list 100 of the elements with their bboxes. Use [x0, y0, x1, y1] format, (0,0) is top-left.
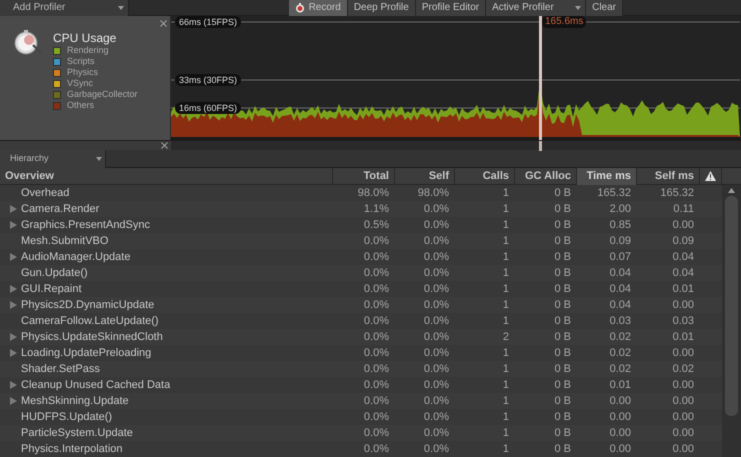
- stopwatch-icon: [294, 2, 305, 12]
- legend-label[interactable]: GarbageCollector: [67, 89, 138, 100]
- scrollbar-thumb[interactable]: [725, 196, 738, 416]
- row-name: GUI.Repaint: [21, 282, 82, 297]
- panel-title: CPU Usage: [53, 31, 118, 45]
- expand-arrow-icon[interactable]: [10, 205, 17, 213]
- table-cell-text: 0.00: [672, 394, 695, 409]
- legend-label[interactable]: Physics: [67, 67, 98, 78]
- add-profiler-dropdown[interactable]: Add Profiler: [0, 0, 129, 16]
- table-cell-text: 0.0%: [422, 234, 450, 249]
- table-cell-text: 0.02: [608, 346, 632, 361]
- table-cell-text: 0.0%: [422, 426, 450, 441]
- table-cell-text: 0.04: [608, 298, 632, 313]
- warning-icon: [705, 171, 716, 181]
- active-profiler-dropdown[interactable]: Active Profiler: [486, 0, 586, 16]
- table-cell-text: 0.0%: [422, 362, 450, 377]
- row-name: Graphics.PresentAndSync: [21, 218, 150, 233]
- table-cell-text: 165.32: [659, 186, 695, 201]
- view-mode-dropdown[interactable]: Hierarchy: [0, 150, 106, 168]
- row-name: Physics2D.DynamicUpdate: [21, 298, 154, 313]
- table-cell-text: 0.00: [608, 442, 632, 457]
- row-name: Overhead: [21, 186, 70, 201]
- stopwatch-icon: [13, 28, 43, 56]
- table-cell-text: 165.32: [596, 186, 632, 201]
- table-cell-text: 1: [502, 394, 510, 409]
- table-cell-text: 1: [502, 250, 510, 265]
- row-name: Shader.SetPass: [21, 362, 100, 377]
- table-cell-text: 0 B: [553, 410, 572, 425]
- expand-arrow-icon[interactable]: [10, 301, 17, 309]
- table-cell-text: 1: [502, 426, 510, 441]
- table-cell-text: 0.00: [672, 298, 695, 313]
- table-cell-text: 0.5%: [362, 218, 390, 233]
- legend-label[interactable]: Scripts: [67, 56, 95, 67]
- table-cell-text: 0 B: [553, 362, 572, 377]
- table-cell-text: 0.0%: [362, 346, 390, 361]
- table-cell-text: 0.00: [608, 410, 632, 425]
- toolbar-button[interactable]: Deep Profile: [348, 0, 416, 16]
- legend-label[interactable]: VSync: [67, 78, 94, 89]
- row-name: HUDFPS.Update(): [21, 410, 112, 425]
- table-cell-text: 98.0%: [356, 186, 390, 201]
- expand-arrow-icon[interactable]: [10, 221, 17, 229]
- legend-label[interactable]: Others: [67, 100, 94, 111]
- table-cell-text: 0 B: [553, 234, 572, 249]
- table-cell-text: 0.0%: [362, 282, 390, 297]
- threshold-label: 66ms (15FPS): [175, 16, 242, 28]
- row-name: AudioManager.Update: [21, 250, 130, 265]
- table-cell-text: 0.0%: [422, 330, 450, 345]
- legend-label[interactable]: Rendering: [67, 45, 109, 56]
- table-cell-text: 0.00: [672, 218, 695, 233]
- toolbar-button[interactable]: Profile Editor: [416, 0, 486, 16]
- table-cell-text: 0 B: [553, 378, 572, 393]
- table-cell-text: 0.00: [672, 378, 695, 393]
- table-cell-text: 0.0%: [362, 234, 390, 249]
- close-icon[interactable]: [160, 20, 167, 27]
- table-cell-text: 0.0%: [362, 378, 390, 393]
- expand-arrow-icon[interactable]: [10, 253, 17, 261]
- expand-arrow-icon[interactable]: [10, 333, 17, 341]
- table-cell-text: 0.00: [672, 442, 695, 457]
- threshold-label: 33ms (30FPS): [175, 74, 242, 86]
- row-name: Physics.UpdateSkinnedCloth: [21, 330, 163, 345]
- table-cell-text: 1.1%: [362, 202, 390, 217]
- expand-arrow-icon[interactable]: [10, 381, 17, 389]
- close-icon[interactable]: [161, 142, 168, 149]
- table-cell-text: 0.00: [672, 426, 695, 441]
- table-cell-text: 0 B: [553, 314, 572, 329]
- table-cell-text: 0.03: [672, 314, 695, 329]
- table-cell-text: 0.01: [608, 378, 632, 393]
- table-cell-text: 0.0%: [422, 282, 450, 297]
- table-cell-text: 0.0%: [422, 298, 450, 313]
- expand-arrow-icon[interactable]: [10, 285, 17, 293]
- table-cell-text: 1: [502, 346, 510, 361]
- table-cell-text: 0.0%: [362, 314, 390, 329]
- toolbar-button[interactable]: Clear: [586, 0, 623, 16]
- table-cell-text: 0 B: [553, 282, 572, 297]
- table-cell-text: 0.02: [608, 362, 632, 377]
- table-cell-text: 0.0%: [422, 266, 450, 281]
- caret-icon: [96, 156, 102, 160]
- scroll-up-icon[interactable]: [728, 188, 735, 193]
- table-cell-text: 0 B: [553, 394, 572, 409]
- table-cell-text: 0.0%: [422, 378, 450, 393]
- expand-arrow-icon[interactable]: [10, 397, 17, 405]
- row-name: Loading.UpdatePreloading: [21, 346, 152, 361]
- row-name: CameraFollow.LateUpdate(): [21, 314, 159, 329]
- column-header[interactable]: Time ms: [577, 168, 637, 185]
- table-cell-text: 0.0%: [422, 202, 450, 217]
- record-button[interactable]: Record: [288, 0, 348, 16]
- expand-arrow-icon[interactable]: [10, 349, 17, 357]
- table-cell-text: 0.04: [672, 250, 695, 265]
- table-cell-text: 0.00: [608, 426, 632, 441]
- row-name: ParticleSystem.Update: [21, 426, 133, 441]
- table-cell-text: 0.0%: [362, 298, 390, 313]
- table-cell-text: 0.04: [608, 282, 632, 297]
- table-cell-text: 1: [502, 218, 510, 233]
- table-cell-text: 0.03: [608, 314, 632, 329]
- table-cell-text: 0 B: [553, 250, 572, 265]
- threshold-label: 16ms (60FPS): [175, 102, 242, 114]
- table-cell-text: 0.0%: [422, 442, 450, 457]
- table-cell-text: 0.04: [672, 266, 695, 281]
- table-cell-text: 0 B: [553, 202, 572, 217]
- table-cell-text: 0 B: [553, 218, 572, 233]
